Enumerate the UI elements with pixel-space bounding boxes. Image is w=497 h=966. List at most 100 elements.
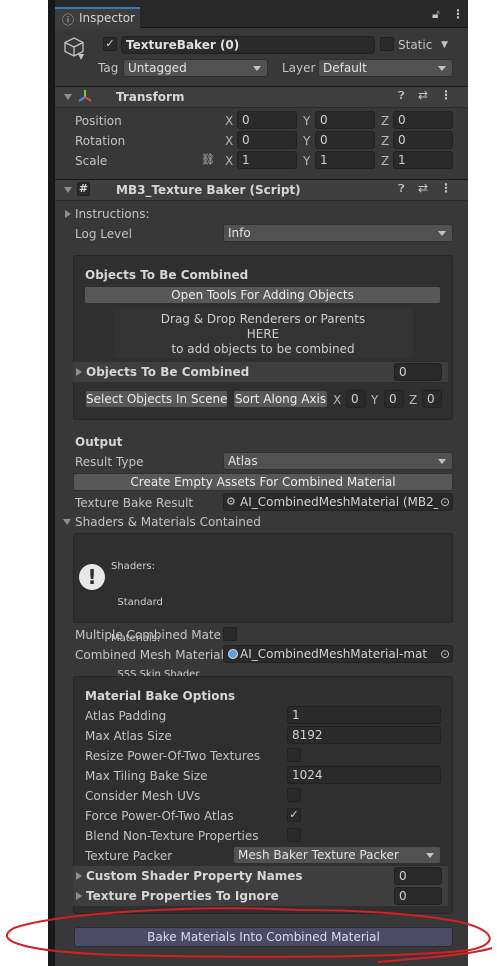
scale-y-label: Y — [303, 154, 311, 168]
atlas-padding-field[interactable]: 1 — [287, 706, 441, 724]
rotation-y-field[interactable]: 0 — [315, 131, 375, 149]
asset-icon: ⚙︎ — [226, 495, 236, 508]
rotation-z-field[interactable]: 0 — [393, 131, 453, 149]
result-type-value: Atlas — [228, 454, 258, 468]
position-y-label: Y — [303, 114, 311, 128]
resize-pot-label: Resize Power-Of-Two Textures — [85, 749, 261, 763]
combined-material-label: Combined Mesh Material — [75, 648, 224, 662]
rotation-label: Rotation — [75, 134, 126, 148]
scale-x-label: X — [225, 154, 234, 168]
combined-material-field[interactable]: AI_CombinedMeshMaterial-mat — [223, 645, 453, 663]
sort-z-label: Z — [409, 393, 418, 407]
force-pot-label: Force Power-Of-Two Atlas — [85, 809, 234, 823]
layer-dropdown[interactable]: Default — [318, 59, 453, 77]
multiple-checkbox[interactable] — [223, 627, 237, 641]
result-type-label: Result Type — [75, 455, 144, 469]
tag-value: Untagged — [128, 61, 187, 75]
scale-label: Scale — [75, 154, 108, 168]
presets-icon[interactable]: ⇄ — [418, 88, 428, 102]
position-z-label: Z — [381, 114, 390, 128]
script-presets-icon[interactable]: ⇄ — [418, 181, 428, 195]
unlinked-scale-icon[interactable]: ⛓︎ — [201, 153, 215, 166]
rotation-x-field[interactable]: 0 — [237, 131, 297, 149]
texture-packer-dropdown[interactable]: Mesh Baker Texture Packer — [233, 846, 441, 864]
texture-packer-value: Mesh Baker Texture Packer — [238, 848, 399, 862]
scale-z-field[interactable]: 1 — [393, 151, 453, 169]
active-checkbox[interactable]: ✓ — [103, 37, 117, 51]
position-x-field[interactable]: 0 — [237, 111, 297, 129]
instructions-foldout-icon[interactable] — [65, 210, 71, 218]
shaders-label[interactable]: Shaders & Materials Contained — [75, 515, 261, 529]
position-label: Position — [75, 114, 122, 128]
open-tools-button[interactable]: Open Tools For Adding Objects — [84, 286, 441, 304]
transform-axes-icon — [78, 89, 92, 103]
sort-z-field[interactable]: 0 — [422, 390, 442, 408]
sort-y-field[interactable]: 0 — [384, 390, 404, 408]
drop-zone-line3: to add objects to be combined — [171, 342, 355, 356]
transform-foldout-icon[interactable] — [64, 94, 72, 100]
bake-result-field[interactable]: ⚙︎ AI_CombinedMeshMaterial (MB2_T — [223, 493, 453, 511]
static-dropdown-icon[interactable]: ▼ — [441, 40, 448, 50]
instructions-label[interactable]: Instructions: — [75, 207, 150, 221]
static-checkbox[interactable] — [380, 37, 394, 51]
select-objects-button[interactable]: Select Objects In Scene — [85, 390, 228, 408]
scale-y-field[interactable]: 1 — [315, 151, 375, 169]
help-icon[interactable]: ❓︎ — [398, 89, 405, 103]
layer-label: Layer — [282, 61, 316, 75]
rotation-y-label: Y — [303, 134, 311, 148]
object-name-field[interactable]: TextureBaker (0) — [121, 36, 375, 54]
script-menu-icon[interactable]: ⋮ — [440, 181, 452, 195]
tab-inspector[interactable]: ⓘ Inspector — [55, 7, 140, 29]
tag-dropdown[interactable]: Untagged — [123, 59, 268, 77]
max-atlas-label: Max Atlas Size — [85, 729, 172, 743]
texture-packer-label: Texture Packer — [85, 849, 173, 863]
rotation-z-label: Z — [381, 134, 390, 148]
position-z-field[interactable]: 0 — [393, 111, 453, 129]
transform-menu-icon[interactable]: ⋮ — [440, 88, 452, 102]
script-title: MB3_Texture Baker (Script) — [116, 183, 301, 197]
consider-uvs-label: Consider Mesh UVs — [85, 789, 201, 803]
info-line: Standard — [111, 597, 163, 608]
info-warning-icon: ! — [79, 564, 105, 590]
sort-x-field[interactable]: 0 — [346, 390, 366, 408]
log-level-dropdown[interactable]: Info — [223, 224, 453, 242]
create-empty-assets-button[interactable]: Create Empty Assets For Combined Materia… — [73, 473, 453, 491]
scale-x-field[interactable]: 1 — [237, 151, 297, 169]
position-x-label: X — [225, 114, 234, 128]
drop-zone-line2: HERE — [246, 327, 280, 341]
bake-result-label: Texture Bake Result — [75, 496, 194, 510]
atlas-padding-label: Atlas Padding — [85, 709, 167, 723]
shaders-foldout-icon[interactable] — [63, 519, 71, 525]
info-line: Shaders: — [111, 561, 156, 572]
consider-uvs-checkbox[interactable] — [287, 788, 301, 802]
cube-dropdown-icon[interactable]: ▼ — [78, 52, 84, 61]
custom-shader-foldout-icon[interactable] — [76, 872, 82, 880]
bake-options-header: Material Bake Options — [85, 689, 236, 703]
result-type-dropdown[interactable]: Atlas — [223, 452, 453, 470]
left-strip — [48, 0, 55, 966]
objects-list-count[interactable]: 0 — [394, 363, 442, 381]
custom-shader-count[interactable]: 0 — [394, 867, 442, 885]
log-level-value: Info — [228, 226, 251, 240]
max-tiling-field[interactable]: 1024 — [287, 766, 441, 784]
lock-icon[interactable]: 🔓︎ — [432, 7, 440, 22]
sort-along-axis-button[interactable]: Sort Along Axis — [233, 390, 328, 408]
position-y-field[interactable]: 0 — [315, 111, 375, 129]
sort-y-label: Y — [371, 393, 379, 407]
multiple-label: Multiple Combined Materia — [75, 628, 221, 642]
combined-material-picker-icon[interactable]: ⊙ — [438, 647, 451, 661]
bake-result-value: AI_CombinedMeshMaterial (MB2_T — [240, 495, 448, 509]
script-help-icon[interactable]: ❓︎ — [398, 182, 405, 196]
max-atlas-field[interactable]: 8192 — [287, 726, 441, 744]
force-pot-checkbox[interactable]: ✓ — [287, 808, 301, 822]
more-menu-icon[interactable]: ⋮ — [452, 7, 464, 21]
objects-list-foldout-icon[interactable] — [76, 368, 82, 376]
drop-zone[interactable]: Drag & Drop Renderers or Parents HERE to… — [113, 308, 413, 358]
ignore-props-foldout-icon[interactable] — [76, 892, 82, 900]
scale-z-label: Z — [381, 154, 390, 168]
resize-pot-checkbox[interactable] — [287, 748, 301, 762]
blend-checkbox[interactable] — [287, 828, 301, 842]
layer-value: Default — [323, 61, 367, 75]
script-foldout-icon[interactable] — [64, 187, 72, 193]
bake-result-picker-icon[interactable]: ⊙ — [438, 495, 451, 509]
